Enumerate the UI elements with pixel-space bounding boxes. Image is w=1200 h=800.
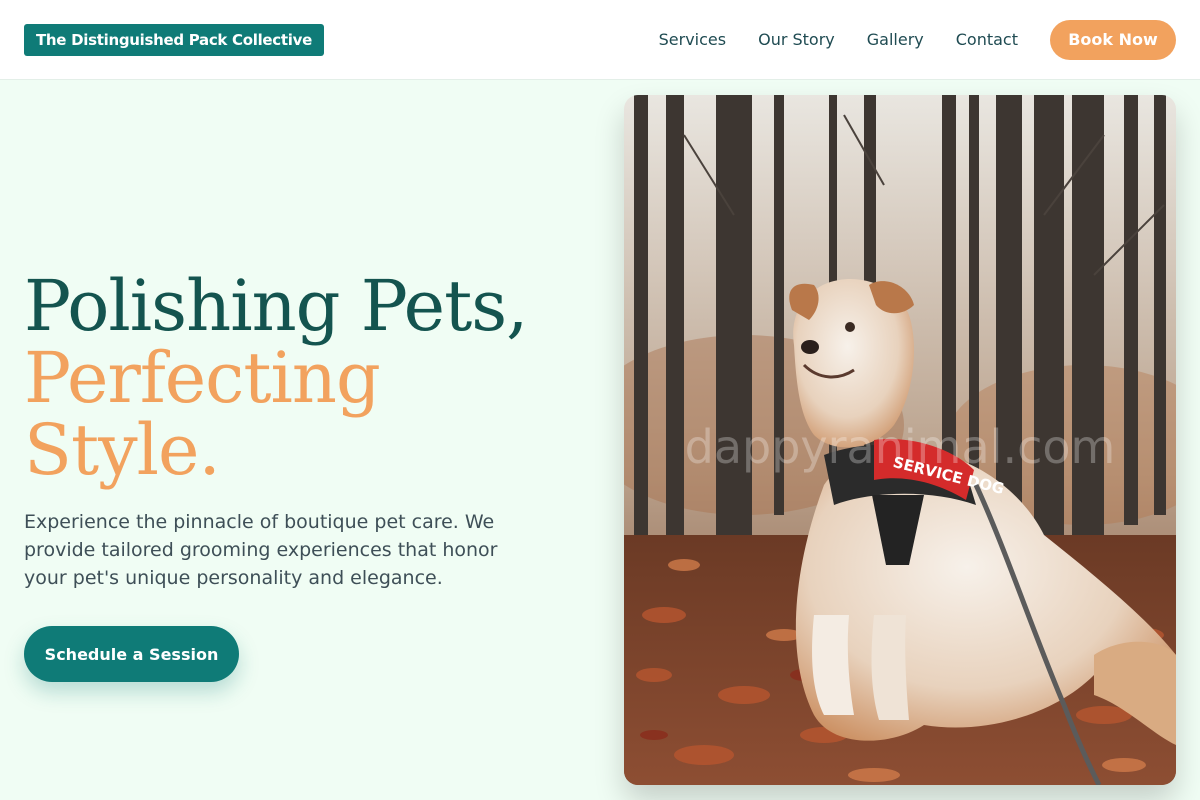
nav-link-contact[interactable]: Contact — [956, 30, 1018, 49]
brand-logo[interactable]: The Distinguished Pack Collective — [24, 23, 324, 56]
nav-link-our-story[interactable]: Our Story — [758, 30, 835, 49]
hero-section: Polishing Pets, Perfecting Style. Experi… — [24, 270, 584, 682]
headline-line-2: Perfecting Style. — [24, 337, 381, 491]
hero-dog-image: SERVICE DOG dappyranimal.com — [624, 95, 1176, 785]
headline-line-1: Polishing Pets, — [24, 265, 528, 347]
hero-headline: Polishing Pets, Perfecting Style. — [24, 270, 584, 486]
hero-subtext: Experience the pinnacle of boutique pet … — [24, 511, 498, 589]
main-nav: Services Our Story Gallery Contact Book … — [659, 19, 1176, 60]
site-header: The Distinguished Pack Collective Servic… — [0, 0, 1200, 80]
book-now-button[interactable]: Book Now — [1050, 19, 1176, 60]
schedule-session-button[interactable]: Schedule a Session — [24, 626, 239, 682]
nav-link-services[interactable]: Services — [659, 30, 726, 49]
nav-link-gallery[interactable]: Gallery — [867, 30, 924, 49]
image-watermark: dappyranimal.com — [685, 420, 1116, 474]
